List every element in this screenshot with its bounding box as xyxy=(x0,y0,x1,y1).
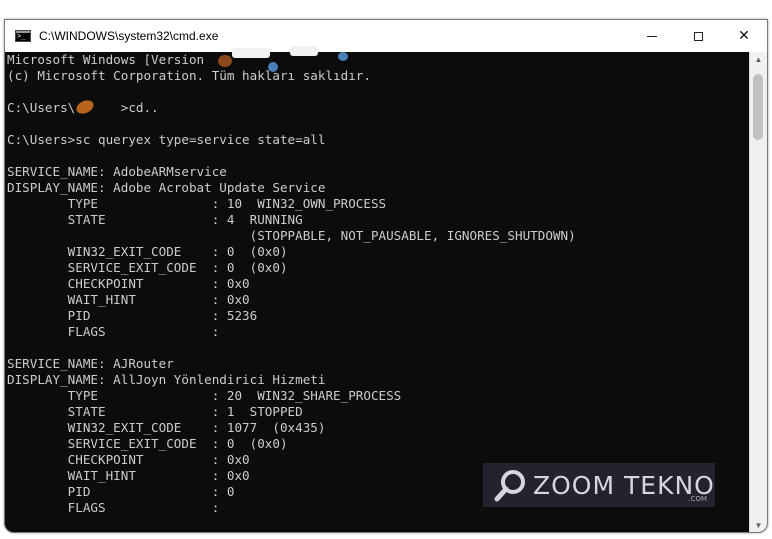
console-output[interactable]: Microsoft Windows [Version (c) Microsoft … xyxy=(5,52,749,532)
console-line: WIN32_EXIT_CODE : 0 (0x0) xyxy=(7,244,288,259)
console-line: Microsoft Windows [Version xyxy=(7,52,205,67)
minimize-button[interactable] xyxy=(629,20,675,52)
watermark-badge: ZOOM TEKNO .COM xyxy=(483,463,715,507)
cmd-app-icon[interactable] xyxy=(15,30,31,42)
minimize-icon xyxy=(647,35,657,37)
console-line: SERVICE_EXIT_CODE : 0 (0x0) xyxy=(7,436,288,451)
console-line: SERVICE_EXIT_CODE : 0 (0x0) xyxy=(7,260,288,275)
console-line: DISPLAY_NAME: AllJoyn Yönlendirici Hizme… xyxy=(7,372,326,387)
magnifier-icon xyxy=(494,470,525,502)
scroll-down-arrow[interactable]: ▼ xyxy=(750,518,767,532)
console-line: PID : 5236 xyxy=(7,308,258,323)
close-icon: ✕ xyxy=(738,28,750,44)
maximize-icon xyxy=(693,31,703,41)
close-button[interactable]: ✕ xyxy=(721,20,767,52)
redaction-mark xyxy=(338,52,348,61)
console-line: STATE : 1 STOPPED xyxy=(7,404,303,419)
window-title: C:\WINDOWS\system32\cmd.exe xyxy=(39,29,219,43)
redaction-mark xyxy=(268,62,278,72)
console-line: SERVICE_NAME: AdobeARMservice xyxy=(7,164,227,179)
watermark-subtext: .COM xyxy=(688,495,707,503)
console-line: CHECKPOINT : 0x0 xyxy=(7,276,250,291)
console-line: (STOPPABLE, NOT_PAUSABLE, IGNORES_SHUTDO… xyxy=(7,228,576,243)
title-bar[interactable]: C:\WINDOWS\system32\cmd.exe ✕ xyxy=(5,20,767,52)
console-line: WIN32_EXIT_CODE : 1077 (0x435) xyxy=(7,420,326,435)
console-line: C:\Users\ >cd.. xyxy=(7,100,159,115)
maximize-button[interactable] xyxy=(675,20,721,52)
console-line: TYPE : 10 WIN32_OWN_PROCESS xyxy=(7,196,387,211)
scroll-up-arrow[interactable]: ▲ xyxy=(750,52,767,68)
console-line: (c) Microsoft Corporation. Tüm hakları s… xyxy=(7,68,371,83)
console-line: STATE : 4 RUNNING xyxy=(7,212,303,227)
redaction-mark xyxy=(290,46,318,56)
redaction-mark xyxy=(232,48,270,58)
console-line: TYPE : 20 WIN32_SHARE_PROCESS xyxy=(7,388,402,403)
console-line: C:\Users>sc queryex type=service state=a… xyxy=(7,132,326,147)
console-line: FLAGS : xyxy=(7,324,220,339)
console-line: DISPLAY_NAME: Adobe Acrobat Update Servi… xyxy=(7,180,326,195)
cmd-window: C:\WINDOWS\system32\cmd.exe ✕ Microsoft … xyxy=(4,19,768,533)
scrollbar-thumb[interactable] xyxy=(753,74,763,140)
console-line: WAIT_HINT : 0x0 xyxy=(7,292,250,307)
redaction-mark xyxy=(218,55,232,67)
console-line: SERVICE_NAME: AJRouter xyxy=(7,356,174,371)
vertical-scrollbar[interactable]: ▲ ▼ xyxy=(749,52,767,532)
